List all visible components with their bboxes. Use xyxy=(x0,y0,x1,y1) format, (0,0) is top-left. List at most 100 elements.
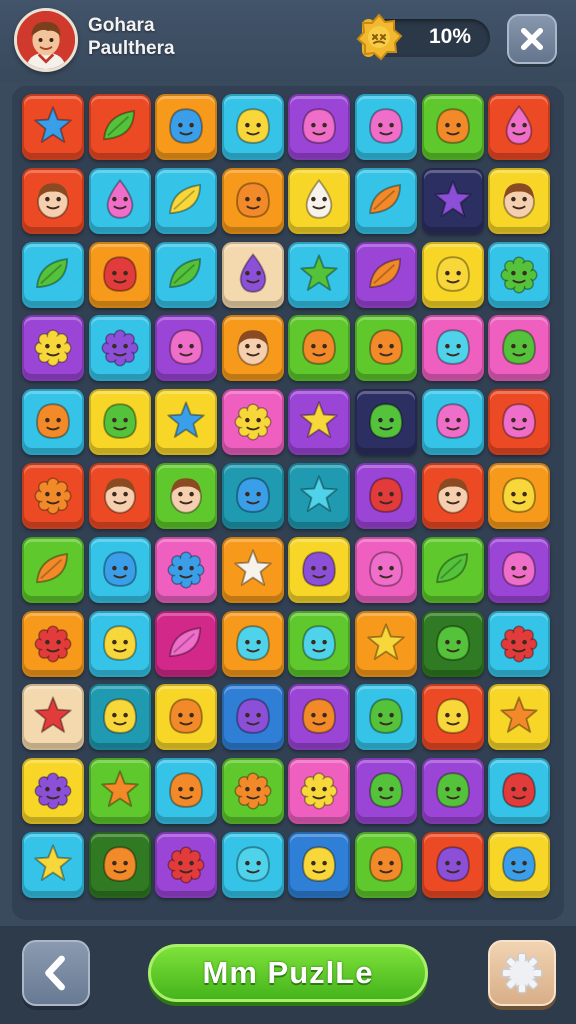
tile-r4-c5[interactable] xyxy=(288,315,351,382)
tile-r9-c2[interactable] xyxy=(88,684,151,751)
tile-r5-c3[interactable] xyxy=(155,389,218,456)
tile-r9-c7[interactable] xyxy=(421,684,484,751)
tile-r8-c8[interactable] xyxy=(488,610,551,677)
tile-r7-c3[interactable] xyxy=(155,536,218,603)
tile-r1-c4[interactable] xyxy=(221,94,284,160)
tile-r4-c8[interactable] xyxy=(488,315,551,382)
tile-r10-c8[interactable] xyxy=(488,758,551,825)
tile-r4-c2[interactable] xyxy=(88,315,151,382)
tile-r2-c5[interactable] xyxy=(288,167,351,234)
tile-r10-c1[interactable] xyxy=(22,758,84,825)
tile-r7-c5[interactable] xyxy=(288,536,351,603)
tile-r4-c6[interactable] xyxy=(355,315,417,382)
tile-r4-c1[interactable] xyxy=(22,315,84,382)
tile-r5-c1[interactable] xyxy=(22,389,84,456)
tile-r9-c1[interactable] xyxy=(22,684,84,751)
orange-blob-icon xyxy=(369,329,403,366)
tile-r3-c4[interactable] xyxy=(221,241,284,308)
tile-r3-c2[interactable] xyxy=(88,241,151,308)
tile-r1-c1[interactable] xyxy=(22,94,84,160)
tile-r9-c5[interactable] xyxy=(288,684,351,751)
tile-r11-c8[interactable] xyxy=(488,832,551,898)
tile-r10-c7[interactable] xyxy=(421,758,484,825)
tile-r8-c1[interactable] xyxy=(22,610,84,677)
tile-r8-c5[interactable] xyxy=(288,610,351,677)
tile-r7-c2[interactable] xyxy=(88,536,151,603)
game-title-button[interactable]: Mm PuzlLe xyxy=(148,944,428,1002)
tile-r3-c5[interactable] xyxy=(288,241,351,308)
tile-r11-c1[interactable] xyxy=(22,832,84,898)
tile-r6-c1[interactable] xyxy=(22,463,84,529)
tile-r3-c8[interactable] xyxy=(488,241,551,308)
tile-r2-c3[interactable] xyxy=(155,167,218,234)
tile-r4-c4[interactable] xyxy=(221,315,284,382)
tile-r9-c6[interactable] xyxy=(355,684,417,751)
tile-r5-c5[interactable] xyxy=(288,389,351,456)
tile-r10-c3[interactable] xyxy=(155,758,218,825)
tile-r8-c7[interactable] xyxy=(421,610,484,677)
tile-r11-c4[interactable] xyxy=(221,832,284,898)
tile-r8-c2[interactable] xyxy=(88,610,151,677)
tile-r11-c2[interactable] xyxy=(88,832,151,898)
tile-r1-c8[interactable] xyxy=(488,94,551,160)
tile-r4-c3[interactable] xyxy=(155,315,218,382)
tile-r3-c6[interactable] xyxy=(355,241,417,308)
tile-r7-c8[interactable] xyxy=(488,536,551,603)
tile-r5-c4[interactable] xyxy=(221,389,284,456)
player-avatar[interactable] xyxy=(14,8,78,72)
tile-r5-c2[interactable] xyxy=(88,389,151,456)
tile-r11-c6[interactable] xyxy=(355,832,417,898)
tile-r8-c6[interactable] xyxy=(355,610,417,677)
settings-button[interactable] xyxy=(488,940,556,1006)
tile-r9-c8[interactable] xyxy=(488,684,551,751)
face-icon xyxy=(170,478,203,514)
tile-r11-c3[interactable] xyxy=(155,832,218,898)
tile-r9-c4[interactable] xyxy=(221,684,284,751)
tile-r3-c7[interactable] xyxy=(421,241,484,308)
tile-r6-c7[interactable] xyxy=(421,463,484,529)
tile-r6-c5[interactable] xyxy=(288,463,351,529)
pink-blob-icon xyxy=(435,403,470,440)
tile-r10-c6[interactable] xyxy=(355,758,417,825)
tile-r1-c7[interactable] xyxy=(421,94,484,160)
tile-r11-c7[interactable] xyxy=(421,832,484,898)
close-button[interactable] xyxy=(507,14,557,64)
back-button[interactable] xyxy=(22,940,90,1006)
tile-r2-c8[interactable] xyxy=(488,167,551,234)
tile-r1-c5[interactable] xyxy=(288,94,351,160)
tile-r7-c6[interactable] xyxy=(355,536,417,603)
tile-r1-c6[interactable] xyxy=(355,94,417,160)
tile-r6-c8[interactable] xyxy=(488,463,551,529)
tile-r6-c3[interactable] xyxy=(155,463,218,529)
tile-r3-c3[interactable] xyxy=(155,241,218,308)
tile-r3-c1[interactable] xyxy=(22,241,84,308)
tile-r1-c3[interactable] xyxy=(155,94,218,160)
tile-r5-c7[interactable] xyxy=(421,389,484,456)
tile-r2-c6[interactable] xyxy=(355,167,417,234)
tile-r9-c3[interactable] xyxy=(155,684,218,751)
tile-r2-c4[interactable] xyxy=(221,167,284,234)
purple-drop-icon xyxy=(239,252,267,293)
tile-r8-c3[interactable] xyxy=(155,610,218,677)
tile-r10-c2[interactable] xyxy=(88,758,151,825)
tile-r2-c7[interactable] xyxy=(421,167,484,234)
tile-r7-c1[interactable] xyxy=(22,536,84,603)
tile-r4-c7[interactable] xyxy=(421,315,484,382)
tile-r10-c5[interactable] xyxy=(288,758,351,825)
tile-r5-c8[interactable] xyxy=(488,389,551,456)
orange-leaf-icon xyxy=(369,183,401,214)
purple-blob-icon xyxy=(235,698,270,735)
tile-r8-c4[interactable] xyxy=(221,610,284,677)
tile-r7-c7[interactable] xyxy=(421,536,484,603)
tile-r5-c6[interactable] xyxy=(355,389,417,456)
tile-r2-c2[interactable] xyxy=(88,167,151,234)
tile-r7-c4[interactable] xyxy=(221,536,284,603)
tile-r11-c5[interactable] xyxy=(288,832,351,898)
tile-r1-c2[interactable] xyxy=(88,94,151,160)
tile-r6-c4[interactable] xyxy=(221,463,284,529)
tile-r6-c6[interactable] xyxy=(355,463,417,529)
tile-r2-c1[interactable] xyxy=(22,167,84,234)
yellow-flower-icon xyxy=(34,329,72,367)
tile-r6-c2[interactable] xyxy=(88,463,151,529)
tile-r10-c4[interactable] xyxy=(221,758,284,825)
